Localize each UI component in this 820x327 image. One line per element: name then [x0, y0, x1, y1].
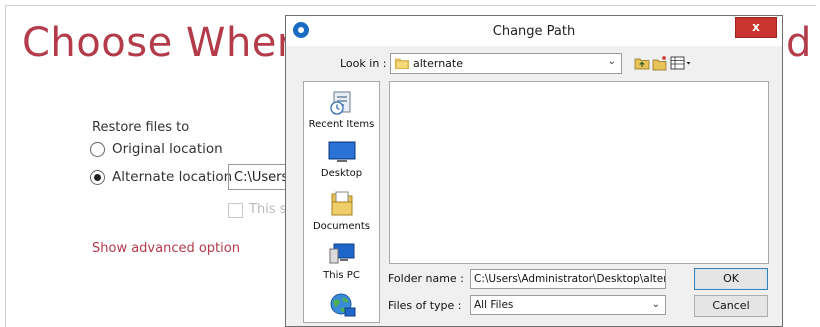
- place-desktop[interactable]: Desktop: [304, 139, 379, 179]
- change-path-dialog: Change Path x Look in : alternate ⌄ Rece…: [285, 15, 783, 327]
- this-pc-icon: [329, 243, 354, 264]
- look-in-dropdown[interactable]: alternate ⌄: [390, 53, 622, 74]
- files-of-type-value: All Files: [474, 299, 514, 311]
- place-label-desktop: Desktop: [320, 168, 363, 179]
- alternate-location-radio[interactable]: [90, 169, 105, 185]
- cancel-button[interactable]: Cancel: [694, 295, 768, 317]
- place-label-documents: Documents: [312, 221, 371, 232]
- ok-button[interactable]: OK: [694, 268, 768, 290]
- dialog-title: Change Path: [492, 24, 576, 39]
- page-title-tail: d: [786, 20, 812, 66]
- original-location-option[interactable]: Original location: [90, 141, 223, 157]
- folder-icon: [395, 58, 409, 69]
- documents-icon: [331, 191, 352, 216]
- recent-items-icon: [329, 91, 350, 115]
- folder-name-label: Folder name :: [388, 272, 464, 285]
- place-recent-items[interactable]: Recent Items: [304, 88, 379, 130]
- place-label-this-pc: This PC: [323, 270, 360, 281]
- show-advanced-option-link[interactable]: Show advanced option: [92, 241, 240, 256]
- file-list[interactable]: [389, 81, 769, 264]
- files-of-type-dropdown[interactable]: All Files ⌄: [470, 295, 666, 315]
- places-bar: Recent Items Desktop Documents This PC: [303, 81, 380, 323]
- view-menu-icon[interactable]: [670, 55, 692, 71]
- disabled-checkbox-label: This s: [249, 202, 287, 217]
- close-button[interactable]: x: [735, 17, 777, 38]
- place-documents[interactable]: Documents: [304, 190, 379, 232]
- place-network[interactable]: [304, 292, 379, 322]
- chevron-down-icon: ⌄: [651, 299, 660, 310]
- chevron-down-icon: ⌄: [607, 56, 616, 67]
- dialog-titlebar[interactable]: Change Path x: [286, 16, 782, 46]
- desktop-icon: [328, 141, 355, 162]
- disabled-checkbox: [228, 203, 243, 218]
- original-location-radio[interactable]: [90, 141, 105, 157]
- up-folder-icon[interactable]: [634, 55, 650, 71]
- look-in-label: Look in :: [340, 57, 387, 70]
- folder-name-input[interactable]: C:\Users\Administrator\Desktop\alternate: [470, 269, 666, 289]
- page-title: Choose Wher: [22, 20, 294, 66]
- network-icon: [330, 293, 355, 317]
- files-of-type-label: Files of type :: [388, 299, 462, 312]
- place-this-pc[interactable]: This PC: [304, 241, 379, 281]
- place-label-recent-items: Recent Items: [308, 119, 375, 130]
- restore-files-to-label: Restore files to: [92, 120, 190, 135]
- look-in-value: alternate: [413, 57, 463, 70]
- alternate-location-label: Alternate location: [112, 169, 233, 185]
- original-location-label: Original location: [112, 141, 223, 157]
- new-folder-icon[interactable]: [652, 55, 668, 71]
- alternate-location-option[interactable]: Alternate location: [90, 169, 232, 185]
